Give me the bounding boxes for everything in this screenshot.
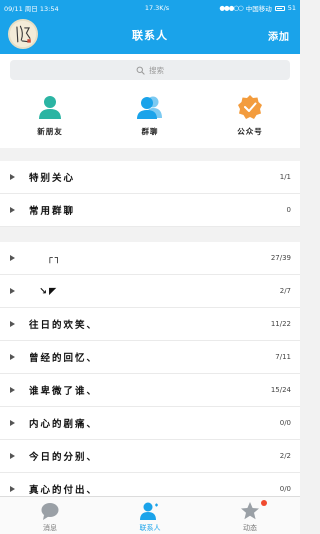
expand-arrow-icon (10, 174, 15, 180)
group-name: 内心的剧痛、 (29, 419, 99, 430)
carrier-name: 中国移动 (245, 5, 272, 13)
expand-arrow-icon (10, 420, 15, 426)
tab-messages[interactable]: 消息 (0, 497, 100, 534)
group-name: 今日的分别、 (29, 452, 99, 463)
expand-arrow-icon (10, 354, 15, 360)
group-name: ↘◤ (39, 285, 59, 297)
search-input[interactable]: 搜索 (10, 60, 290, 80)
tab-moments-label: 动态 (243, 524, 257, 532)
notification-badge (261, 500, 267, 506)
tab-moments[interactable]: 动态 (200, 497, 300, 534)
status-bar: 09/11 周日 13:54 17.3K/s ●●●○○ 中国移动 51 (0, 0, 300, 16)
group-count: 11/22 (270, 320, 291, 328)
new-friends-button[interactable]: 新朋友 (0, 86, 100, 148)
official-accounts-label: 公众号 (237, 127, 263, 136)
contacts-icon (140, 501, 160, 521)
group-name: 往日的欢笑、 (29, 320, 99, 331)
group-count: 15/24 (270, 386, 291, 394)
group-chat-button[interactable]: 群聊 (100, 86, 200, 148)
add-button[interactable]: 添加 (268, 28, 290, 43)
group-row[interactable]: 特别关心 1/1 (0, 161, 300, 194)
quick-actions: 新朋友 群聊 公众号 (0, 86, 300, 148)
group-name: ┌┐ (47, 252, 63, 264)
group-count: 1/1 (279, 173, 291, 181)
battery-level: 51 (287, 4, 296, 12)
group-chat-label: 群聊 (141, 127, 159, 136)
official-account-icon (237, 94, 263, 120)
group-name: 曾经的回忆、 (29, 353, 99, 364)
bottom-tab-bar: 消息 联系人 动态 (0, 496, 300, 534)
message-icon (40, 501, 60, 521)
add-friend-icon (37, 94, 63, 120)
page-title: 联系人 (132, 29, 168, 42)
expand-arrow-icon (10, 207, 15, 213)
expand-arrow-icon (10, 387, 15, 393)
tab-contacts[interactable]: 联系人 (100, 497, 200, 534)
group-row[interactable]: 常用群聊 0 (0, 194, 300, 227)
group-count: 7/11 (275, 353, 291, 361)
group-count: 2/7 (279, 287, 291, 295)
group-count: 27/39 (270, 254, 291, 262)
search-bar: 搜索 (0, 54, 300, 86)
group-name: 真心的付出、 (29, 485, 99, 496)
star-icon (240, 501, 260, 521)
status-datetime: 09/11 周日 13:54 (4, 5, 59, 13)
group-name: 特别关心 (29, 173, 76, 184)
expand-arrow-icon (10, 255, 15, 261)
new-friends-label: 新朋友 (37, 127, 63, 136)
group-row[interactable]: ┌┐ 27/39 (0, 242, 300, 275)
app-header: 联系人 添加 (0, 16, 300, 54)
group-count: 2/2 (279, 452, 291, 460)
group-count: 0/0 (279, 485, 291, 493)
expand-arrow-icon (10, 288, 15, 294)
search-icon (136, 66, 145, 75)
signal-dots: ●●●○○ (219, 4, 243, 12)
tab-messages-label: 消息 (43, 524, 57, 532)
group-name: 常用群聊 (29, 206, 76, 217)
group-row[interactable]: 谁卑微了谁、 15/24 (0, 374, 300, 407)
battery-icon (274, 5, 285, 11)
avatar[interactable] (8, 19, 38, 49)
group-row[interactable]: ↘◤ 2/7 (0, 275, 300, 308)
friend-groups-section: ┌┐ 27/39 ↘◤ 2/7 往日的欢笑、 11/22 曾经的回忆、 7/11… (0, 242, 300, 506)
group-row[interactable]: 内心的剧痛、 0/0 (0, 407, 300, 440)
expand-arrow-icon (10, 321, 15, 327)
group-count: 0/0 (279, 419, 291, 427)
group-row[interactable]: 今日的分别、 2/2 (0, 440, 300, 473)
tab-contacts-label: 联系人 (139, 524, 161, 532)
network-speed: 17.3K/s (144, 4, 170, 12)
group-chat-icon (137, 94, 163, 120)
special-groups-section: 特别关心 1/1 常用群聊 0 (0, 161, 300, 227)
avatar-image (10, 21, 36, 47)
group-count: 0 (286, 206, 291, 214)
status-right: ●●●○○ 中国移动 51 (219, 3, 296, 13)
search-placeholder: 搜索 (149, 65, 164, 75)
expand-arrow-icon (10, 486, 15, 492)
group-row[interactable]: 往日的欢笑、 11/22 (0, 308, 300, 341)
group-name: 谁卑微了谁、 (29, 386, 99, 397)
official-accounts-button[interactable]: 公众号 (200, 86, 300, 148)
group-row[interactable]: 曾经的回忆、 7/11 (0, 341, 300, 374)
expand-arrow-icon (10, 453, 15, 459)
